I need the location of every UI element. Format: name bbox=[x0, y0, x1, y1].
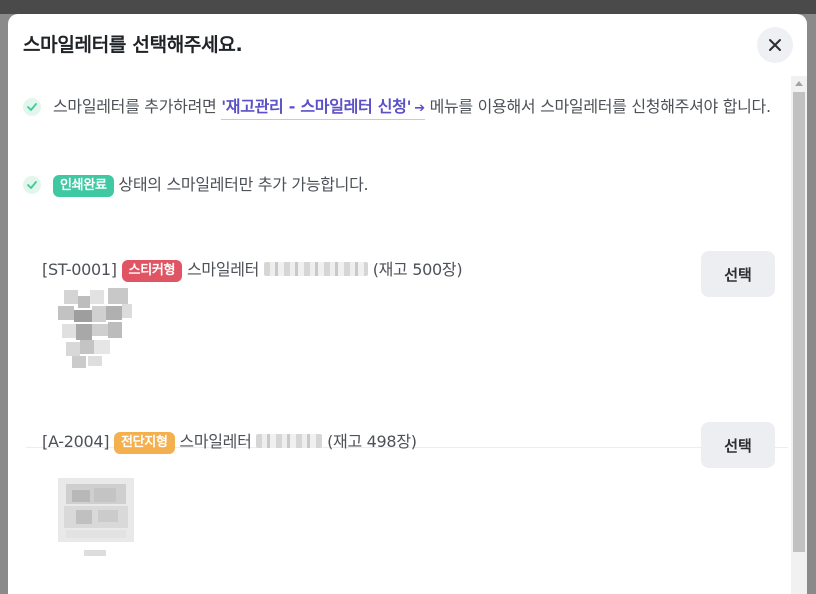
letter-thumbnail bbox=[52, 474, 142, 564]
letter-item-title: [A-2004] 전단지형 스마일레터 (재고 498장) bbox=[42, 428, 417, 454]
redacted-name bbox=[256, 434, 323, 448]
scrollbar[interactable] bbox=[791, 76, 807, 594]
inventory-menu-link[interactable]: '재고관리 - 스마일레터 신청' ➔ bbox=[221, 97, 425, 120]
type-badge: 전단지형 bbox=[113, 432, 175, 454]
notice-printed-label: 상태의 스마일레터만 추가 가능합니다. bbox=[113, 175, 369, 194]
backdrop bbox=[0, 0, 816, 14]
notice-menu-before: 스마일레터를 추가하려면 bbox=[53, 97, 222, 116]
scroll-up-icon[interactable] bbox=[795, 81, 803, 86]
letter-thumbnail bbox=[52, 282, 142, 372]
select-button[interactable]: 선택 bbox=[701, 251, 775, 297]
printed-status-badge: 인쇄완료 bbox=[53, 175, 114, 197]
item-code: [A-2004] bbox=[42, 432, 110, 451]
close-button[interactable] bbox=[757, 27, 793, 63]
check-icon bbox=[23, 176, 41, 194]
item-stock: (재고 498장) bbox=[327, 432, 417, 451]
item-code: [ST-0001] bbox=[42, 260, 117, 279]
notice-menu-after: 메뉴를 이용해서 스마일레터를 신청해주셔야 합니다. bbox=[424, 97, 771, 116]
select-letter-modal: 스마일레터를 선택해주세요. 스마일레터를 추가하려면 '재고관리 - 스마일레… bbox=[8, 14, 807, 594]
redacted-name bbox=[263, 262, 368, 276]
scrollbar-thumb[interactable] bbox=[793, 92, 805, 552]
item-name: 스마일레터 bbox=[186, 260, 260, 279]
notice-printed: 인쇄완료 상태의 스마일레터만 추가 가능합니다. bbox=[23, 170, 773, 200]
select-button[interactable]: 선택 bbox=[701, 422, 775, 468]
letter-item-title: [ST-0001] 스티커형 스마일레터 (재고 500장) bbox=[42, 256, 463, 282]
item-stock: (재고 500장) bbox=[372, 260, 463, 279]
close-icon bbox=[769, 39, 781, 51]
notice-menu: 스마일레터를 추가하려면 '재고관리 - 스마일레터 신청' ➔ 메뉴를 이용해서… bbox=[23, 92, 773, 124]
arrow-right-icon: ➔ bbox=[414, 101, 425, 116]
notice-menu-text: 스마일레터를 추가하려면 '재고관리 - 스마일레터 신청' ➔ 메뉴를 이용해서… bbox=[53, 92, 773, 124]
modal-title: 스마일레터를 선택해주세요. bbox=[23, 34, 243, 56]
type-badge: 스티커형 bbox=[121, 260, 183, 282]
modal-body: 스마일레터를 추가하려면 '재고관리 - 스마일레터 신청' ➔ 메뉴를 이용해서… bbox=[8, 76, 790, 594]
inventory-menu-link-label: '재고관리 - 스마일레터 신청' bbox=[221, 97, 412, 116]
check-icon bbox=[23, 98, 41, 116]
item-name: 스마일레터 bbox=[179, 432, 252, 451]
notice-printed-text: 인쇄완료 상태의 스마일레터만 추가 가능합니다. bbox=[53, 170, 773, 200]
